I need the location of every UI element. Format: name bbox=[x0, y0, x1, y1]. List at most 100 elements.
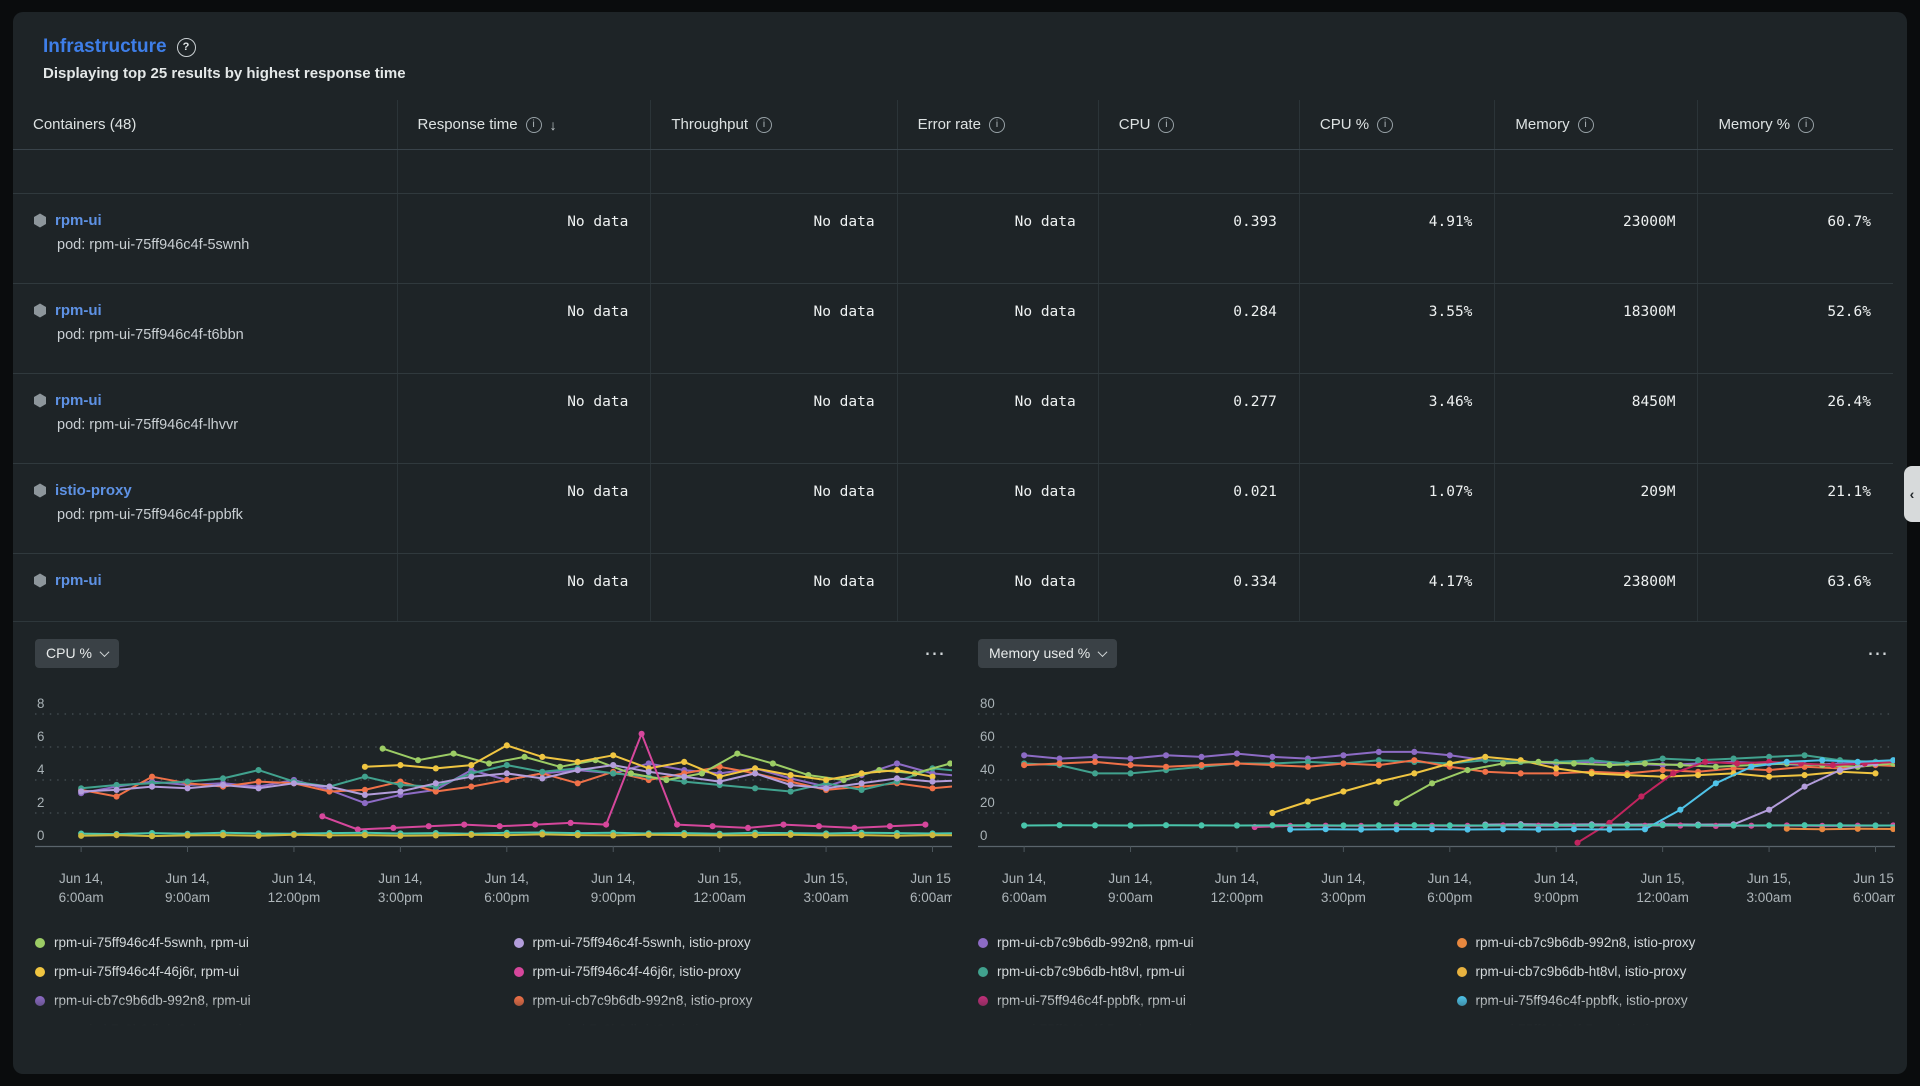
cell-memory-pct: 52.6% bbox=[1697, 284, 1893, 373]
cell-cpu: 0.277 bbox=[1098, 374, 1299, 463]
cell-cpu: 0.284 bbox=[1098, 284, 1299, 373]
cell-cpu-pct: 3.46% bbox=[1299, 374, 1495, 463]
legend-item[interactable]: rpm-ui-75ff946c4f-5swnh, istio-proxy bbox=[514, 928, 953, 957]
legend-item[interactable]: rpm-ui-cb7c9b6db-992n8, istio-proxy bbox=[1457, 928, 1896, 957]
table-body: pod: rpm-ui-75ff946c4f-46j6rrpm-uipod: r… bbox=[13, 150, 1893, 621]
column-header-response-time[interactable]: Response timei↓ bbox=[397, 100, 651, 149]
column-header-label: Memory % bbox=[1718, 116, 1790, 133]
info-icon[interactable]: i bbox=[1377, 117, 1393, 133]
column-header-throughput[interactable]: Throughputi bbox=[650, 100, 896, 149]
containers-table: Containers (48)Response timei↓Throughput… bbox=[13, 100, 1893, 621]
plot-area: 020406080 Jun 14, 6:00amJun 14, 9:00amJu… bbox=[978, 696, 1895, 916]
legend-item[interactable]: rpm-ui-cb7c9b6db-ht8vl, rpm-ui bbox=[978, 957, 1417, 986]
column-header-label: Containers (48) bbox=[33, 116, 136, 133]
info-icon[interactable]: i bbox=[1578, 117, 1594, 133]
svg-text:8: 8 bbox=[37, 696, 44, 711]
legend-item[interactable]: rpm-ui-cb7c9b6db-992n8, istio-proxy bbox=[514, 986, 953, 1015]
x-axis-tick: Jun 15, 6:00am bbox=[910, 870, 952, 908]
container-link[interactable]: rpm-ui bbox=[55, 392, 102, 409]
column-header-label: Response time bbox=[418, 116, 518, 133]
container-hexagon-icon bbox=[33, 573, 47, 588]
x-axis-tick: Jun 14, 3:00pm bbox=[378, 870, 423, 908]
table-row: rpm-uiNo dataNo dataNo data0.3344.17%238… bbox=[13, 554, 1893, 621]
column-header-memory[interactable]: Memoryi bbox=[1494, 100, 1697, 149]
legend-item[interactable]: rpm-ui-75ff946c4f-5swnh, rpm-ui bbox=[35, 928, 474, 957]
cell-cpu: 0.021 bbox=[1098, 464, 1299, 553]
metric-selector-dropdown[interactable]: Memory used % bbox=[978, 639, 1117, 668]
x-axis-tick: Jun 14, 12:00pm bbox=[268, 870, 321, 908]
column-header-error-rate[interactable]: Error rate i bbox=[897, 100, 1098, 149]
cell-error-rate: No data bbox=[897, 554, 1098, 621]
column-header-cpu[interactable]: CPUi bbox=[1098, 100, 1299, 149]
container-link[interactable]: rpm-ui bbox=[55, 572, 102, 589]
cell-cpu: 0.334 bbox=[1098, 554, 1299, 621]
pod-label: pod: rpm-ui-75ff946c4f-ppbfk bbox=[57, 507, 397, 523]
legend-color-dot bbox=[1457, 967, 1467, 977]
container-link[interactable]: istio-proxy bbox=[55, 482, 132, 499]
x-axis: Jun 14, 6:00amJun 14, 9:00amJun 14, 12:0… bbox=[35, 868, 952, 916]
cell-memory: 23000M bbox=[1494, 194, 1697, 283]
chart-header: Memory used % ⋯ bbox=[978, 636, 1895, 670]
legend-item[interactable]: rpm-ui-cb7c9b6db-992n8, rpm-ui bbox=[35, 986, 474, 1015]
column-header-memory-pct[interactable]: Memory % i bbox=[1697, 100, 1893, 149]
chart-menu-button[interactable]: ⋯ bbox=[918, 641, 952, 666]
info-icon[interactable]: i bbox=[1158, 117, 1174, 133]
metric-selector-dropdown[interactable]: CPU % bbox=[35, 639, 119, 668]
line-chart: 02468 bbox=[35, 696, 952, 864]
container-cell: rpm-uipod: rpm-ui-75ff946c4f-lhvvr bbox=[13, 374, 397, 463]
cell-memory-pct bbox=[1697, 150, 1893, 193]
chart-menu-button[interactable]: ⋯ bbox=[1861, 641, 1895, 666]
legend-item[interactable]: rpm-ui-cb7c9b6db-ht8vl, istio-proxy bbox=[1457, 957, 1896, 986]
x-axis-tick: Jun 14, 9:00am bbox=[1108, 870, 1153, 908]
pod-label: pod: rpm-ui-75ff946c4f-5swnh bbox=[57, 237, 397, 253]
legend-item[interactable]: rpm-ui-cb7c9b6db-992n8, rpm-ui bbox=[978, 928, 1417, 957]
table-row: pod: rpm-ui-75ff946c4f-46j6r bbox=[13, 150, 1893, 194]
legend-item[interactable]: rpm-ui-75ff946c4f-ppbfk, istio-proxy bbox=[1457, 986, 1896, 1015]
container-hexagon-icon bbox=[33, 213, 47, 228]
container-link[interactable]: rpm-ui bbox=[55, 302, 102, 319]
legend-color-dot bbox=[35, 967, 45, 977]
cell-memory: 18300M bbox=[1494, 284, 1697, 373]
svg-text:0: 0 bbox=[37, 828, 44, 843]
column-header-label: Memory bbox=[1515, 116, 1569, 133]
x-axis-tick: Jun 14, 9:00pm bbox=[1534, 870, 1579, 908]
cell-response-time: No data bbox=[397, 554, 651, 621]
table-row: rpm-uipod: rpm-ui-75ff946c4f-5swnhNo dat… bbox=[13, 194, 1893, 284]
legend-label: rpm-ui-cb7c9b6db-992n8, rpm-ui bbox=[54, 993, 251, 1008]
cell-cpu-pct: 1.07% bbox=[1299, 464, 1495, 553]
legend-item[interactable]: rpm-ui-75ff946c4f-5swnh, istio-proxy bbox=[1457, 1015, 1896, 1030]
legend-label: rpm-ui-75ff946c4f-46j6r, istio-proxy bbox=[533, 964, 741, 979]
legend-item[interactable]: rpm-ui-75ff946c4f-5swnh, rpm-ui bbox=[978, 1015, 1417, 1030]
info-icon[interactable]: i bbox=[989, 117, 1005, 133]
column-header-cpu-pct[interactable]: CPU %i bbox=[1299, 100, 1495, 149]
container-link[interactable]: rpm-ui bbox=[55, 212, 102, 229]
legend-color-dot bbox=[1457, 938, 1467, 948]
legend-label: rpm-ui-cb7c9b6db-ht8vl, rpm-ui bbox=[997, 964, 1185, 979]
column-header-containers-48[interactable]: Containers (48) bbox=[13, 100, 397, 149]
legend-label: rpm-ui-75ff946c4f-5swnh, istio-proxy bbox=[533, 935, 751, 950]
legend-item[interactable]: rpm-ui-75ff946c4f-ppbfk, rpm-ui bbox=[978, 986, 1417, 1015]
cell-response-time: No data bbox=[397, 194, 651, 283]
info-icon[interactable]: i bbox=[756, 117, 772, 133]
table-row: rpm-uipod: rpm-ui-75ff946c4f-t6bbnNo dat… bbox=[13, 284, 1893, 374]
infrastructure-panel: Infrastructure ? Displaying top 25 resul… bbox=[13, 12, 1907, 1074]
cell-throughput: No data bbox=[650, 194, 896, 283]
legend-item[interactable]: rpm-ui-cb7c9b6db-ht8vl, rpm-ui bbox=[35, 1015, 474, 1030]
column-header-label: Error rate bbox=[918, 116, 981, 133]
info-icon[interactable]: i bbox=[526, 117, 542, 133]
legend-item[interactable]: rpm-ui-75ff946c4f-46j6r, istio-proxy bbox=[514, 957, 953, 986]
expand-drawer-handle[interactable]: ‹ bbox=[1904, 466, 1920, 522]
svg-text:20: 20 bbox=[980, 795, 995, 810]
x-axis-tick: Jun 15, 6:00am bbox=[1853, 870, 1895, 908]
info-icon[interactable]: i bbox=[1798, 117, 1814, 133]
cell-error-rate: No data bbox=[897, 194, 1098, 283]
legend-item[interactable]: rpm-ui-cb7c9b6db-ht8vl, istio-proxy bbox=[514, 1015, 953, 1030]
x-axis-tick: Jun 14, 12:00pm bbox=[1211, 870, 1264, 908]
help-icon[interactable]: ? bbox=[177, 38, 196, 57]
cell-response-time bbox=[397, 150, 651, 193]
legend-color-dot bbox=[514, 967, 524, 977]
svg-text:80: 80 bbox=[980, 696, 995, 711]
legend-color-dot bbox=[35, 938, 45, 948]
legend-color-dot bbox=[35, 996, 45, 1006]
legend-item[interactable]: rpm-ui-75ff946c4f-46j6r, rpm-ui bbox=[35, 957, 474, 986]
